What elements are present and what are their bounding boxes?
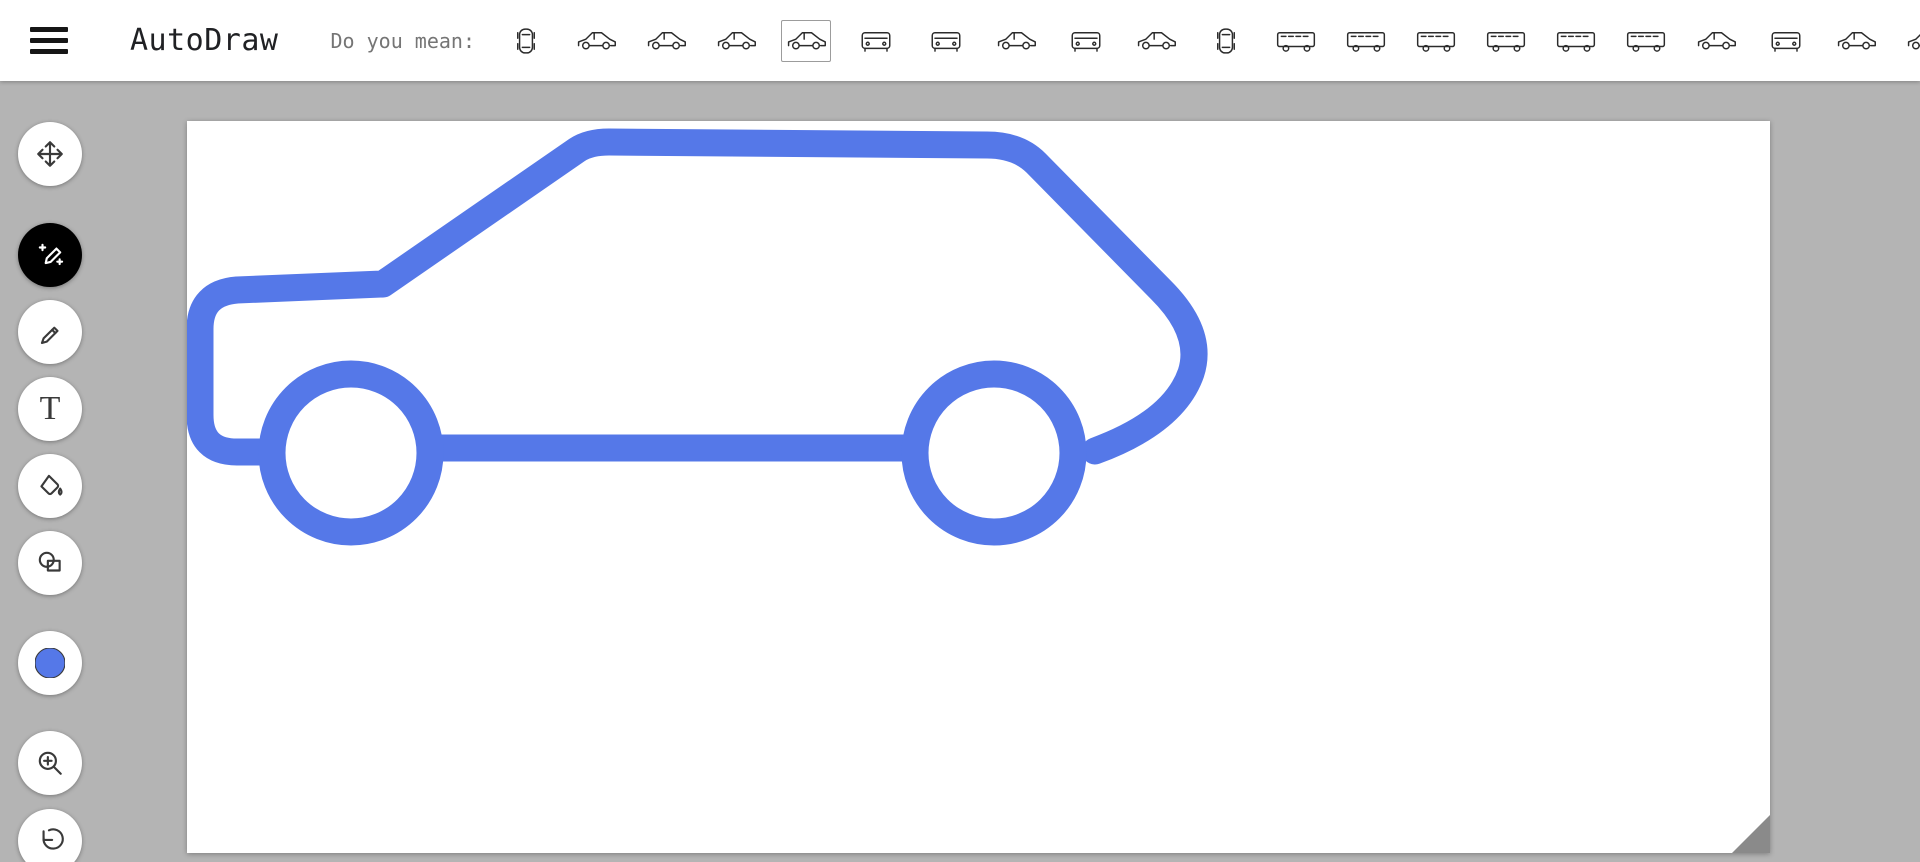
taxi-icon [1764, 26, 1808, 56]
suggestion-ladder-truck[interactable] [1411, 20, 1461, 62]
shapes-icon [35, 548, 65, 578]
car-top-view-icon [1204, 26, 1248, 56]
suggestion-semi-truck[interactable] [1621, 20, 1671, 62]
suggestion-taxi[interactable] [1761, 20, 1811, 62]
suggestion-tow-truck[interactable] [1551, 20, 1601, 62]
suggestion-school-bus[interactable] [1481, 20, 1531, 62]
suggestion-beetle[interactable] [711, 20, 761, 62]
suggestion-coupe[interactable] [991, 20, 1041, 62]
suggestion-pickup-truck[interactable] [1691, 20, 1741, 62]
convertible-icon [1134, 26, 1178, 56]
topbar: AutoDraw Do you mean: [0, 0, 1920, 81]
suggestion-sports-car[interactable] [641, 20, 691, 62]
select-tool-button[interactable] [18, 122, 82, 186]
sedan-icon [784, 26, 828, 56]
pickup-truck-icon [1694, 26, 1738, 56]
fill-tool-button[interactable] [18, 454, 82, 518]
suggestion-convertible[interactable] [1131, 20, 1181, 62]
type-tool-button[interactable]: T [18, 377, 82, 441]
suggestion-fire-truck[interactable] [1341, 20, 1391, 62]
pencil-icon [35, 317, 65, 347]
race-car-icon [574, 26, 618, 56]
coupe-icon [994, 26, 1038, 56]
zoom-tool-button[interactable] [18, 731, 82, 795]
autodraw-tool-button[interactable] [18, 223, 82, 287]
semi-truck-icon [1624, 26, 1668, 56]
draw-tool-button[interactable] [18, 300, 82, 364]
car-drawing [187, 121, 1770, 853]
compact-car-icon [924, 26, 968, 56]
suggestion-compact-car[interactable] [921, 20, 971, 62]
car-right-wheel [915, 374, 1073, 532]
suggestion-jeep[interactable] [1901, 20, 1920, 62]
suggestion-hatchback[interactable] [851, 20, 901, 62]
drawing-canvas[interactable] [187, 121, 1770, 853]
suggestion-bar [501, 20, 1920, 62]
move-icon [35, 139, 65, 169]
tow-truck-icon [1554, 26, 1598, 56]
fire-truck-icon [1344, 26, 1388, 56]
sports-car-icon [644, 26, 688, 56]
station-wagon-icon [1834, 26, 1878, 56]
magnifier-icon [35, 748, 65, 778]
magic-pencil-icon [35, 240, 65, 270]
suggestion-formula-one-car[interactable] [501, 20, 551, 62]
formula-one-car-icon [504, 26, 548, 56]
tool-sidebar: T [18, 122, 82, 862]
undo-icon [35, 826, 65, 856]
beetle-icon [714, 26, 758, 56]
car-left-wheel [272, 374, 430, 532]
school-bus-icon [1484, 26, 1528, 56]
text-icon: T [40, 392, 61, 426]
color-swatch [35, 648, 65, 678]
suggestion-sedan[interactable] [781, 20, 831, 62]
app-title: AutoDraw [130, 23, 279, 58]
suggestion-city-bus[interactable] [1271, 20, 1321, 62]
hamburger-icon [30, 27, 68, 32]
suggestion-car-top-view[interactable] [1201, 20, 1251, 62]
jeep-icon [1904, 26, 1920, 56]
canvas-resize-handle[interactable] [1732, 815, 1770, 853]
undo-button[interactable] [18, 809, 82, 862]
ladder-truck-icon [1414, 26, 1458, 56]
suggestion-race-car[interactable] [571, 20, 621, 62]
hatchback-icon [854, 26, 898, 56]
suggest-label: Do you mean: [331, 29, 476, 53]
menu-button[interactable] [30, 17, 78, 65]
paint-bucket-icon [35, 471, 65, 501]
city-bus-icon [1274, 26, 1318, 56]
shape-tool-button[interactable] [18, 531, 82, 595]
suggestion-station-wagon[interactable] [1831, 20, 1881, 62]
color-tool-button[interactable] [18, 631, 82, 695]
suggestion-police-car[interactable] [1061, 20, 1111, 62]
police-car-icon [1064, 26, 1108, 56]
